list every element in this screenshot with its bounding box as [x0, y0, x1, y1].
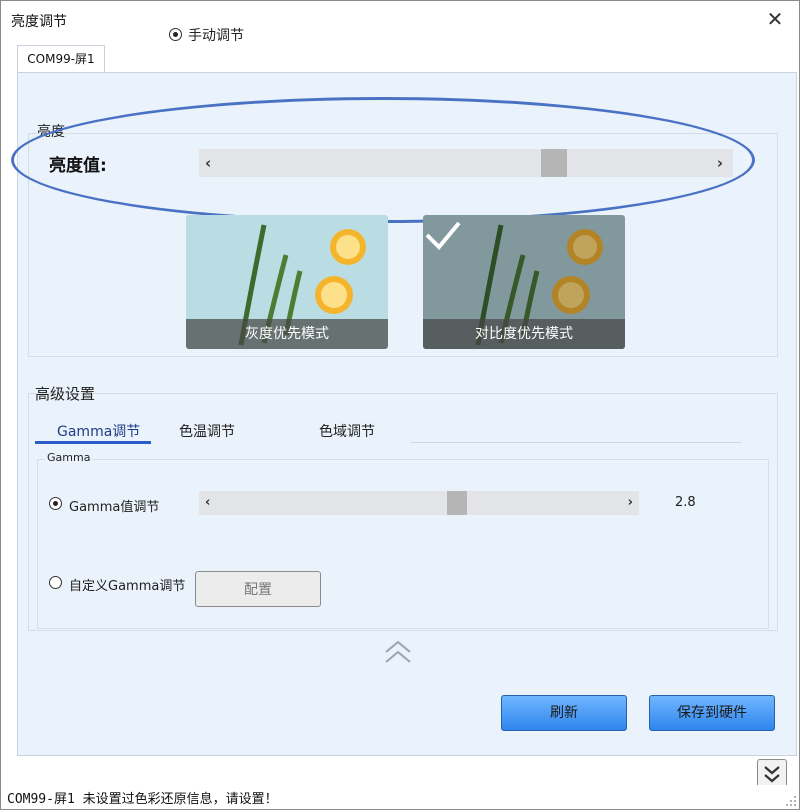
double-chevron-up-icon[interactable] — [383, 639, 413, 665]
tab-separator — [411, 442, 741, 443]
tab-gamma-adjust[interactable]: Gamma调节 — [57, 421, 140, 441]
manual-adjust-radio[interactable]: 手动调节 — [169, 25, 244, 45]
status-bar: COM99-屏1 未设置过色彩还原信息，请设置！ — [1, 785, 799, 809]
check-icon — [425, 221, 461, 250]
mode-caption: 灰度优先模式 — [186, 319, 388, 349]
gamma-value-radio[interactable] — [49, 497, 62, 510]
brightness-value-label: 亮度值: — [49, 156, 107, 176]
title-bar: 亮度调节 ✕ — [1, 1, 799, 39]
slider-right-arrow[interactable]: › — [717, 149, 723, 177]
slider-left-arrow[interactable]: ‹ — [205, 149, 211, 177]
custom-gamma-radio-label[interactable]: 自定义Gamma调节 — [69, 575, 185, 594]
close-icon[interactable]: ✕ — [763, 7, 787, 31]
gamma-group — [37, 459, 769, 629]
brightness-slider[interactable]: ‹ › — [199, 149, 733, 177]
gamma-slider[interactable]: ‹ › — [199, 491, 639, 515]
config-button[interactable]: 配置 — [195, 571, 321, 607]
mode-caption: 对比度优先模式 — [423, 319, 625, 349]
gamma-value-radio-label[interactable]: Gamma值调节 — [69, 496, 159, 515]
gamma-group-label: Gamma — [45, 451, 93, 464]
manual-adjust-label: 手动调节 — [188, 28, 244, 44]
double-chevron-down-icon — [764, 766, 780, 783]
resize-grip-icon[interactable] — [785, 795, 797, 807]
tab-color-gamut-adjust[interactable]: 色域调节 — [319, 421, 375, 441]
contrast-priority-mode-card[interactable]: 对比度优先模式 — [423, 215, 625, 349]
gamma-slider-thumb[interactable] — [447, 491, 467, 515]
refresh-button[interactable]: 刷新 — [501, 695, 627, 731]
radio-indicator — [169, 28, 182, 41]
status-message: COM99-屏1 未设置过色彩还原信息，请设置！ — [7, 792, 278, 807]
slider-right-arrow[interactable]: › — [628, 491, 633, 515]
save-to-hardware-button[interactable]: 保存到硬件 — [649, 695, 775, 731]
tab-com99-screen1[interactable]: COM99-屏1 — [17, 45, 105, 73]
custom-gamma-radio[interactable] — [49, 576, 62, 589]
grayscale-priority-mode-card[interactable]: 灰度优先模式 — [186, 215, 388, 349]
advanced-settings-label: 高级设置 — [35, 385, 96, 403]
brightness-dialog: 亮度调节 ✕ COM99-屏1 手动调节 亮度 亮度值: ‹ › 灰度优先模式 — [0, 0, 800, 810]
slider-left-arrow[interactable]: ‹ — [205, 491, 210, 515]
gamma-value-readout: 2.8 — [675, 495, 696, 510]
active-tab-indicator — [35, 441, 151, 444]
brightness-slider-thumb[interactable] — [541, 149, 567, 177]
tab-color-temp-adjust[interactable]: 色温调节 — [179, 421, 235, 441]
brightness-group-label: 亮度 — [37, 124, 65, 140]
window-title: 亮度调节 — [11, 14, 67, 30]
